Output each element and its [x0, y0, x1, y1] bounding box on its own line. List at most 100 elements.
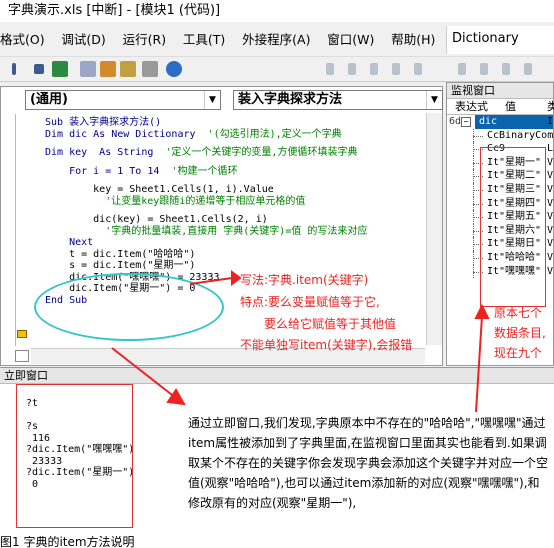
code-line: key = Sheet1.Cells(1, i).Value	[45, 184, 367, 196]
object-browser-icon[interactable]	[120, 61, 136, 77]
watch-item-value: V	[547, 183, 553, 195]
menu-debug[interactable]: 调试(D)	[61, 29, 105, 51]
code-line-code: t = dic.Item("哈哈哈")	[45, 248, 196, 260]
code-line-code: For i = 1 To 14	[45, 165, 160, 177]
toolbar-separator-icon	[326, 63, 334, 75]
watch-col-value[interactable]: 值	[505, 99, 516, 115]
object-combo[interactable]: (通用) ▼	[25, 90, 221, 110]
code-line-code: Sub 装入字典探求方法()	[45, 117, 162, 128]
code-line: dic(key) = Sheet1.Cells(2, i)	[45, 214, 367, 226]
watch-item-value: V	[547, 211, 553, 223]
watch-root-expr: dic	[475, 115, 553, 129]
code-line-code: Dim key As String	[45, 147, 154, 158]
comment-block-icon[interactable]	[414, 63, 422, 75]
immediate-window-title: 立即窗口	[0, 368, 554, 384]
design-mode-icon[interactable]	[52, 61, 68, 77]
collapse-icon[interactable]: −	[461, 117, 471, 127]
object-combo-value: (通用)	[30, 92, 68, 107]
procedure-combo[interactable]: 装入字典探求方法 ▼	[233, 90, 443, 110]
watch-highlight-box	[480, 147, 546, 307]
help-icon[interactable]	[166, 61, 182, 77]
code-line: s = dic.Item("星期一")	[45, 260, 367, 272]
code-line-code	[45, 196, 93, 207]
chevron-down-icon[interactable]: ▼	[426, 91, 442, 109]
immediate-highlight-box	[16, 384, 133, 528]
menu-run[interactable]: 运行(R)	[123, 29, 166, 51]
code-line: Dim key As String '定义一个关键字的变量,方便循环填装字典	[45, 147, 367, 159]
properties-icon[interactable]	[100, 61, 116, 77]
outdent-icon[interactable]	[370, 63, 378, 75]
code-line-comment: '让变量key跟随i的递增等于相应单元格的值	[93, 195, 306, 207]
code-line-code: s = dic.Item("星期一")	[45, 260, 196, 271]
code-line-code: dic(key) = Sheet1.Cells(2, i)	[45, 214, 268, 225]
menu-format[interactable]: 格式(O)	[0, 29, 45, 51]
project-explorer-icon[interactable]	[80, 61, 96, 77]
watch-item-value: V	[547, 156, 553, 168]
dictionary-search-text: Dictionary	[452, 31, 519, 46]
menu-bar: 格式(O) 调试(D) 运行(R) 工具(T) 外接程序(A) 窗口(W) 帮助…	[0, 29, 440, 51]
annotation-count-note: 原本七个数据条目,现在九个	[494, 306, 546, 360]
code-line: Next	[45, 237, 367, 249]
annotation-item-assign: 要么给它赋值等于其他值	[264, 317, 397, 331]
code-line: '字典的批量填装,直接用 字典(关键字)=值 的写法来对应	[45, 226, 367, 238]
next-bookmark-icon[interactable]	[502, 63, 510, 75]
indent-icon[interactable]	[348, 63, 356, 75]
uncomment-block-icon[interactable]	[458, 63, 466, 75]
watch-item-value: V	[547, 238, 553, 250]
watch-item-value: V	[547, 251, 553, 263]
watch-header: 表达式 值 类	[447, 99, 554, 115]
explanation-note: 通过立即窗口,我们发现,字典原本中不存在的"哈哈哈","嘿嘿嘿"通过item属性…	[188, 416, 549, 510]
watch-item-row[interactable]: CcBinaryCompare	[447, 128, 553, 143]
code-line-code: Dim dic As New Dictionary	[45, 128, 196, 140]
watch-item-expr: CcBinaryCompare	[487, 129, 553, 141]
watch-window-title: 监视窗口	[447, 83, 553, 99]
annotation-item-feature: 特点:要么变量赋值等于它,	[240, 295, 380, 309]
code-line-code: key = Sheet1.Cells(1, i).Value	[45, 184, 274, 195]
procedure-combo-value: 装入字典探求方法	[238, 92, 343, 107]
code-line: Dim dic As New Dictionary '(勾选引用法),定义一个字…	[45, 129, 367, 141]
execution-pointer-icon	[17, 330, 27, 338]
code-line: '让变量key跟随i的递增等于相应单元格的值	[45, 196, 367, 208]
code-margin[interactable]	[15, 114, 16, 346]
watch-item-value: V	[547, 197, 553, 209]
code-vertical-scrollbar[interactable]	[426, 113, 442, 345]
toggle-breakpoint-icon[interactable]	[392, 63, 400, 75]
code-line-comment: '字典的批量填装,直接用 字典(关键字)=值 的写法来对应	[93, 225, 368, 237]
watch-root-row[interactable]: 6d − dic I	[447, 115, 553, 129]
procedure-view-button[interactable]	[15, 350, 29, 362]
window-title: 字典演示.xls [中断] - [模块1 (代码)]	[8, 3, 221, 18]
watch-item-value: V	[547, 224, 553, 236]
code-line-code: Next	[45, 237, 94, 248]
bookmark-icon[interactable]	[480, 63, 488, 75]
code-line: t = dic.Item("哈哈哈")	[45, 249, 367, 261]
watch-col-expression[interactable]: 表达式	[455, 99, 488, 115]
menu-help[interactable]: 帮助(H)	[391, 29, 435, 51]
watch-item-value: V	[547, 265, 553, 277]
figure-caption: 图1 字典的item方法说明	[0, 536, 135, 548]
pause-icon[interactable]	[12, 63, 16, 75]
stop-icon[interactable]	[34, 64, 44, 74]
window-title-bar: 字典演示.xls [中断] - [模块1 (代码)]	[0, 0, 554, 22]
code-line-comment: '(勾选引用法),定义一个字典	[195, 128, 342, 140]
highlight-ellipse	[34, 273, 224, 341]
watch-col-type[interactable]: 类	[547, 99, 554, 115]
code-line-code	[45, 226, 93, 237]
watch-item-value: V	[547, 170, 553, 182]
toolbox-icon[interactable]	[142, 61, 158, 77]
code-line: Sub 装入字典探求方法()	[45, 117, 367, 129]
chevron-down-icon[interactable]: ▼	[204, 91, 220, 109]
menu-tools[interactable]: 工具(T)	[183, 29, 225, 51]
toolbar	[0, 56, 554, 82]
code-line-comment: '构建一个循环	[159, 165, 238, 177]
watch-item-value: L	[547, 143, 553, 155]
menu-window[interactable]: 窗口(W)	[327, 29, 374, 51]
code-line: For i = 1 To 14 '构建一个循环	[45, 166, 367, 178]
prev-bookmark-icon[interactable]	[524, 63, 532, 75]
menu-addins[interactable]: 外接程序(A)	[242, 29, 310, 51]
code-line-comment: '定义一个关键字的变量,方便循环填装字典	[153, 147, 358, 158]
annotation-item-error: 不能单独写item(关键字),会报错	[240, 338, 413, 352]
